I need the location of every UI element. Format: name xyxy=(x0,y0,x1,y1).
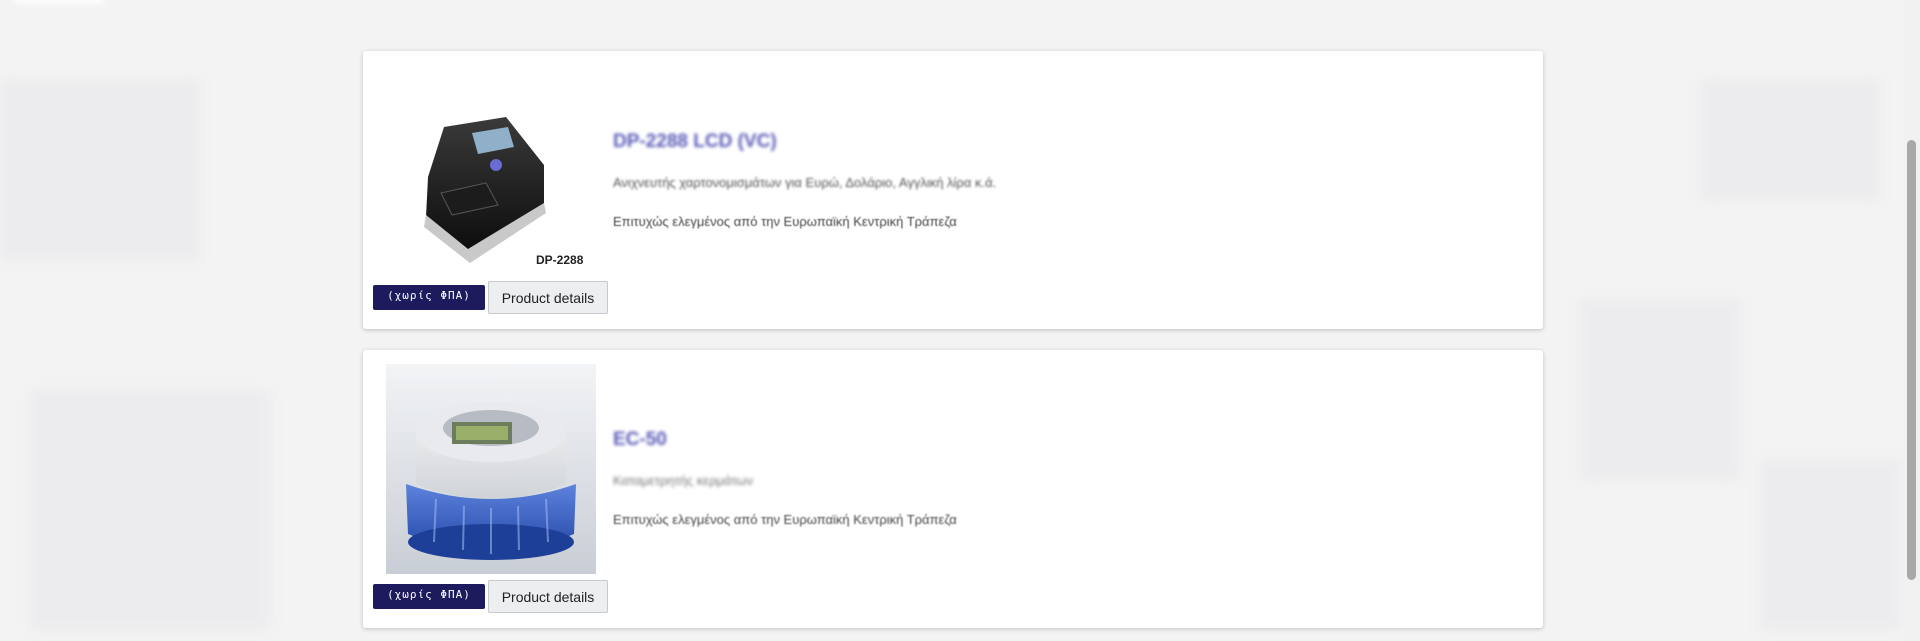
product-details-button[interactable]: Product details xyxy=(488,281,608,314)
banknote-detector-image xyxy=(386,65,596,275)
product-image[interactable] xyxy=(386,65,596,275)
scrollbar-thumb[interactable] xyxy=(1907,140,1916,580)
product-info: DP-2288 LCD (VC) Ανιχνευτής χαρτονομισμά… xyxy=(613,131,1473,229)
scrollbar-track[interactable] xyxy=(1903,0,1920,641)
background-tile xyxy=(1760,460,1900,630)
product-info: EC-50 Καταμετρητής κερμάτων Επιτυχώς ελε… xyxy=(613,429,1473,527)
product-description: Καταμετρητής κερμάτων xyxy=(613,473,754,488)
image-caption: DP-2288 xyxy=(536,253,584,267)
header-remnant xyxy=(14,0,104,4)
product-card: DP-2288 DP-2288 LCD (VC) Ανιχνευτής χαρτ… xyxy=(363,51,1543,329)
vat-badge: (χωρίς ΦΠΑ) xyxy=(373,285,485,310)
product-title[interactable]: EC-50 xyxy=(613,429,1473,451)
product-description: Ανιχνευτής χαρτονομισμάτων για Ευρώ, Δολ… xyxy=(613,175,997,190)
product-actions: (χωρίς ΦΠΑ) Product details xyxy=(373,580,608,613)
product-actions: (χωρίς ΦΠΑ) Product details xyxy=(373,281,608,314)
product-note: Επιτυχώς ελεγμένος από την Ευρωπαϊκή Κεν… xyxy=(613,214,957,229)
product-image[interactable] xyxy=(386,364,596,574)
coin-counter-image xyxy=(386,364,596,574)
product-title[interactable]: DP-2288 LCD (VC) xyxy=(613,131,1473,153)
background-tile xyxy=(0,80,200,260)
vat-badge: (χωρίς ΦΠΑ) xyxy=(373,584,485,609)
background-tile xyxy=(1580,300,1740,480)
background-tile xyxy=(1700,80,1880,200)
product-card: EC-50 Καταμετρητής κερμάτων Επιτυχώς ελε… xyxy=(363,350,1543,628)
product-details-button[interactable]: Product details xyxy=(488,580,608,613)
background-tile xyxy=(30,390,270,630)
product-note: Επιτυχώς ελεγμένος από την Ευρωπαϊκή Κεν… xyxy=(613,512,957,527)
